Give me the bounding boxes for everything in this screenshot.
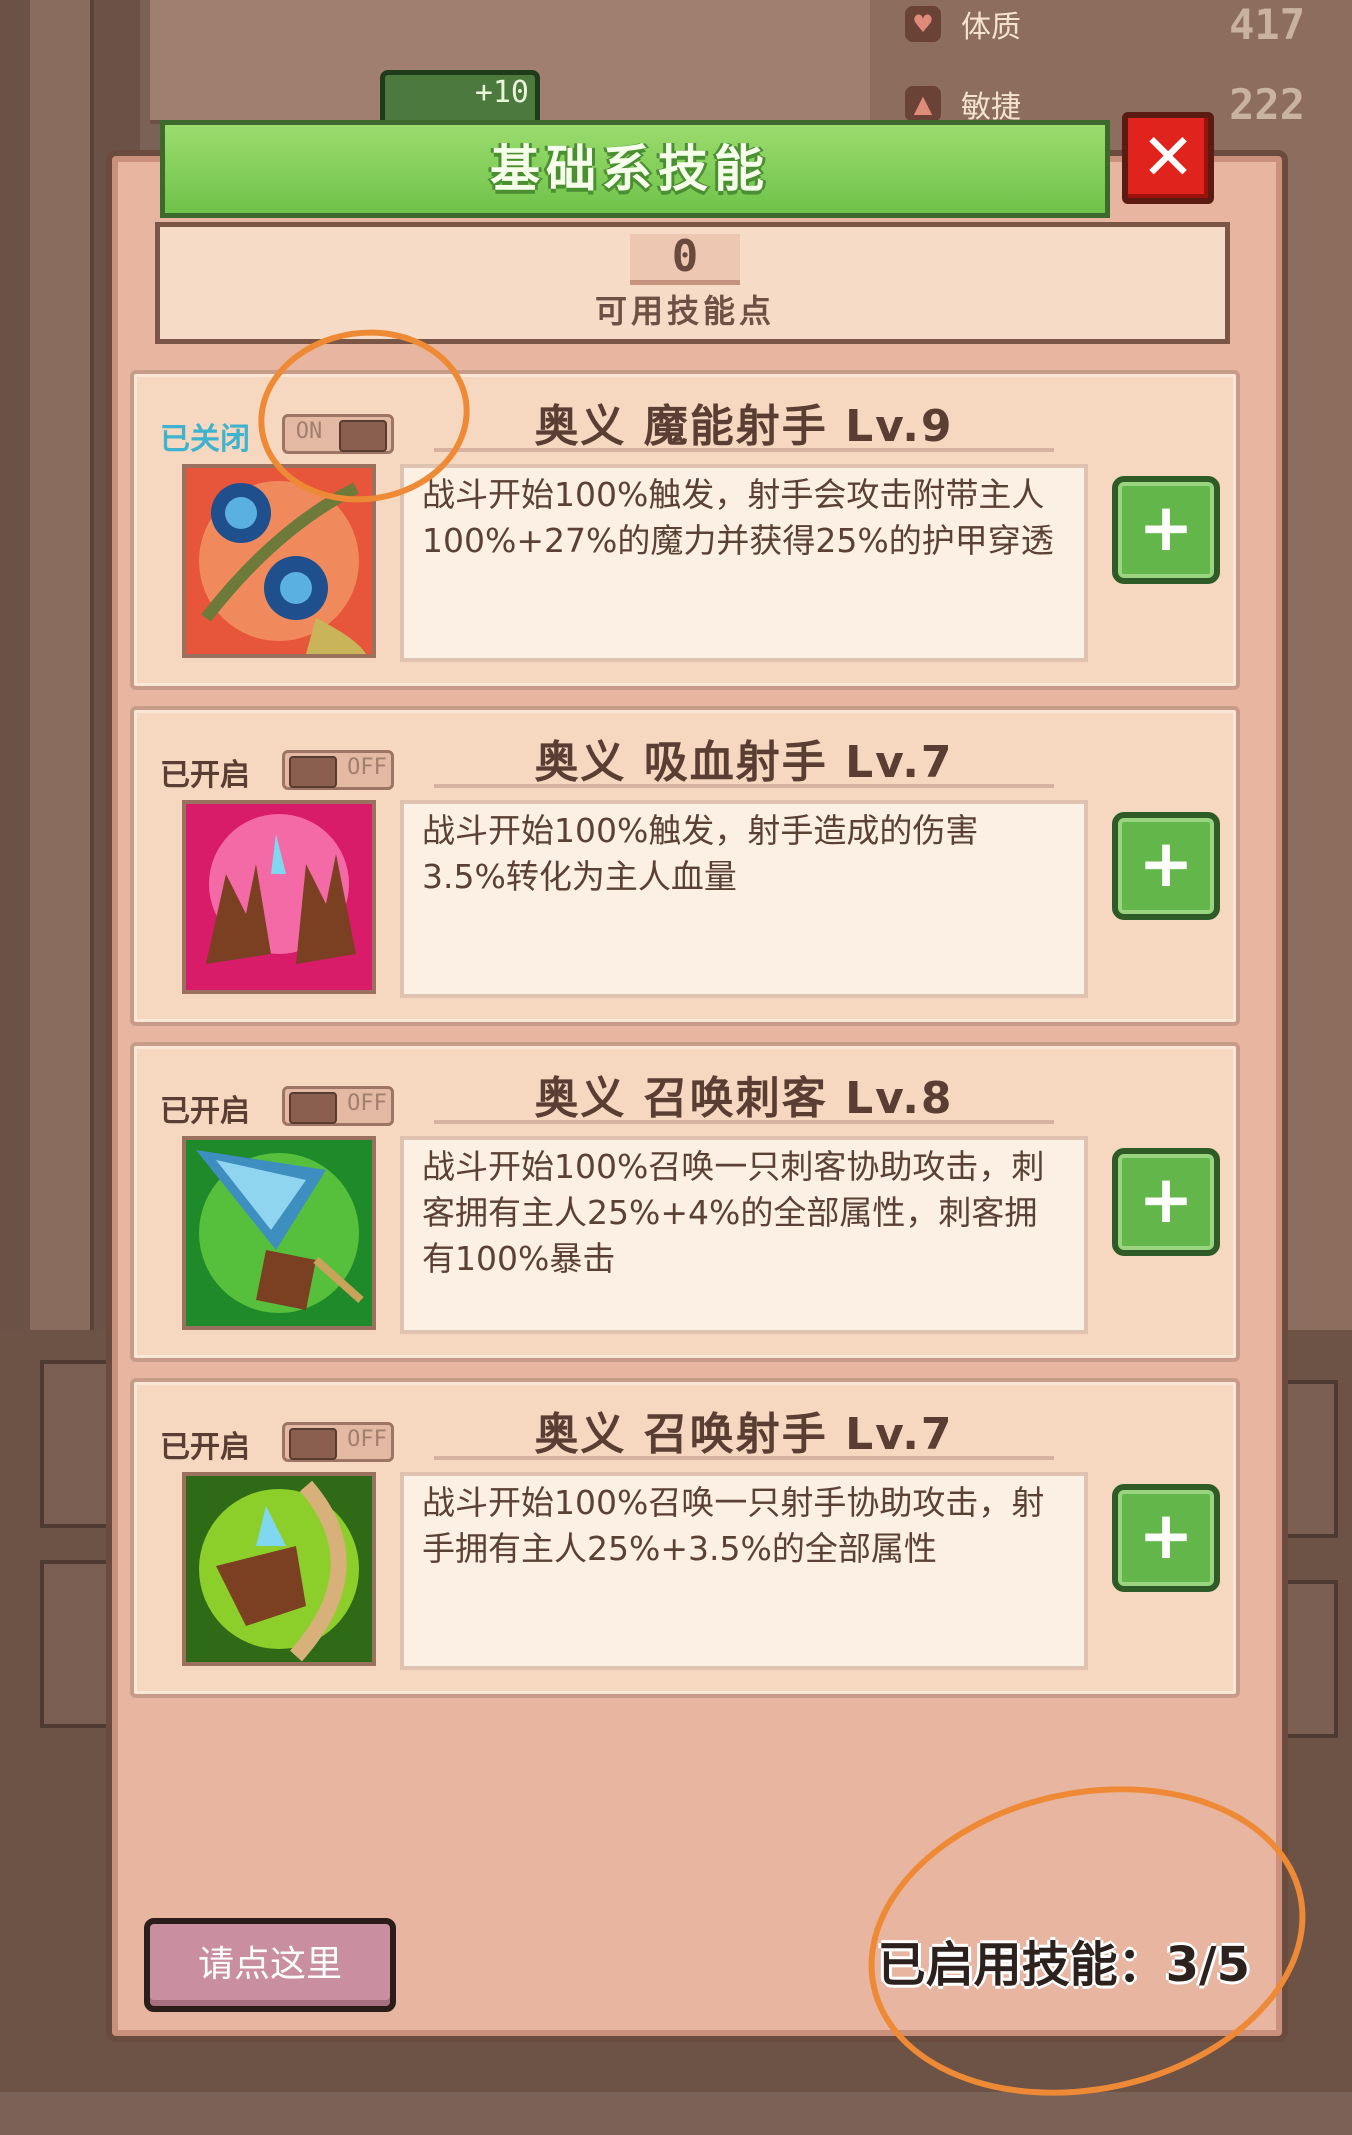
upgrade-skill-button[interactable]: + bbox=[1112, 1484, 1220, 1592]
toggle-knob bbox=[289, 756, 337, 788]
skill-points-value: 0 bbox=[630, 234, 740, 285]
skill-description-box: 战斗开始100%触发，射手造成的伤害3.5%转化为主人血量 bbox=[400, 800, 1088, 998]
boot-icon: ▲ bbox=[905, 86, 941, 122]
skill-toggle[interactable]: OFF bbox=[282, 750, 394, 790]
chip-label: +10 bbox=[474, 75, 529, 110]
skill-status: 已开启 bbox=[160, 1094, 250, 1129]
upgrade-skill-button[interactable]: + bbox=[1112, 476, 1220, 584]
skill-description: 战斗开始100%触发，射手会攻击附带主人100%+27%的魔力并获得25%的护甲… bbox=[422, 475, 1054, 560]
upgrade-skill-button[interactable]: + bbox=[1112, 812, 1220, 920]
modal-title: 基础系技能 bbox=[490, 140, 770, 198]
skill-points-label: 可用技能点 bbox=[594, 292, 775, 330]
skill-toggle[interactable]: OFF bbox=[282, 1422, 394, 1462]
heart-icon: ♥ bbox=[905, 6, 941, 42]
skill-card: 已开启 OFF 奥义 召唤刺客 Lv.8 战斗开始100%召唤一只刺客协助攻击，… bbox=[130, 1042, 1240, 1362]
vampire-hands-skill-icon bbox=[182, 800, 376, 994]
skill-name: 奥义 吸血射手 Lv.7 bbox=[534, 737, 954, 788]
skill-name: 奥义 魔能射手 Lv.9 bbox=[534, 401, 954, 452]
archer-skill-icon bbox=[182, 1472, 376, 1666]
skill-status: 已关闭 bbox=[160, 422, 250, 457]
toggle-label: OFF bbox=[347, 1427, 387, 1452]
divider bbox=[434, 1120, 1054, 1124]
assassin-skill-icon bbox=[182, 1136, 376, 1330]
close-button[interactable]: ✕ bbox=[1122, 112, 1214, 204]
divider bbox=[434, 1456, 1054, 1460]
toggle-knob bbox=[289, 1092, 337, 1124]
stat-name: 体质 bbox=[961, 10, 1021, 45]
divider bbox=[434, 448, 1054, 452]
skill-toggle[interactable]: OFF bbox=[282, 1086, 394, 1126]
stat-value: 222 bbox=[1229, 79, 1305, 129]
skill-description-box: 战斗开始100%召唤一只刺客协助攻击，刺客拥有主人25%+4%的全部属性，刺客拥… bbox=[400, 1136, 1088, 1334]
skill-name: 奥义 召唤射手 Lv.7 bbox=[534, 1409, 954, 1460]
skill-status: 已开启 bbox=[160, 1430, 250, 1465]
skill-description-box: 战斗开始100%召唤一只射手协助攻击，射手拥有主人25%+3.5%的全部属性 bbox=[400, 1472, 1088, 1670]
skill-description: 战斗开始100%触发，射手造成的伤害3.5%转化为主人血量 bbox=[422, 811, 979, 896]
click-here-button[interactable]: 请点这里 bbox=[144, 1918, 396, 2012]
skill-description-box: 战斗开始100%触发，射手会攻击附带主人100%+27%的魔力并获得25%的护甲… bbox=[400, 464, 1088, 662]
background-stat-row: ♥ 体质 417 bbox=[905, 0, 1305, 54]
skill-card: 已开启 OFF 奥义 召唤射手 Lv.7 战斗开始100%召唤一只射手协助攻击，… bbox=[130, 1378, 1240, 1698]
skill-description: 战斗开始100%召唤一只射手协助攻击，射手拥有主人25%+3.5%的全部属性 bbox=[422, 1483, 1045, 1568]
toggle-knob bbox=[289, 1428, 337, 1460]
skill-description: 战斗开始100%召唤一只刺客协助攻击，刺客拥有主人25%+4%的全部属性，刺客拥… bbox=[422, 1147, 1045, 1278]
skill-card: 已开启 OFF 奥义 吸血射手 Lv.7 战斗开始100%触发，射手造成的伤害3… bbox=[130, 706, 1240, 1026]
upgrade-skill-button[interactable]: + bbox=[1112, 1148, 1220, 1256]
stat-value: 417 bbox=[1229, 0, 1305, 49]
skill-name: 奥义 召唤刺客 Lv.8 bbox=[534, 1073, 954, 1124]
divider bbox=[434, 784, 1054, 788]
toggle-label: OFF bbox=[347, 755, 387, 780]
toggle-label: OFF bbox=[347, 1091, 387, 1116]
skill-status: 已开启 bbox=[160, 758, 250, 793]
